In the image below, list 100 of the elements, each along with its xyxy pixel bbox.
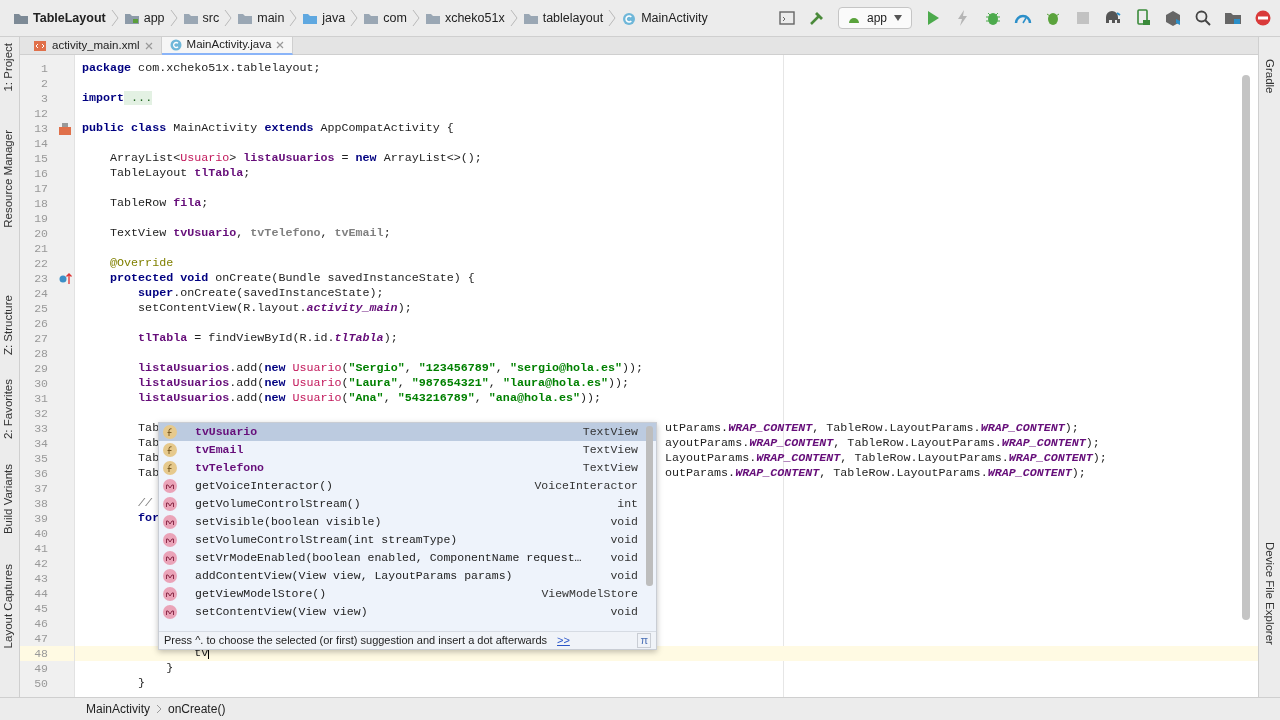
line-number: 48 [33, 645, 48, 662]
tool-window-tab[interactable]: Layout Captures [0, 559, 19, 653]
code-line: listaUsuarios.add(new Usuario("Laura", "987654321", "laura@hola.es")); [137, 376, 630, 390]
code-line: Tab [137, 451, 160, 465]
completion-item[interactable]: setVolumeControlStream(int streamType) void [159, 531, 656, 549]
line-number: 17 [33, 180, 48, 197]
chevron-icon [110, 9, 119, 27]
line-number: 32 [33, 405, 48, 422]
breadcrumb-item[interactable]: main [232, 8, 290, 28]
completion-item[interactable]: getVolumeControlStream() int [159, 495, 656, 513]
breadcrumb-item[interactable]: onCreate() [168, 700, 226, 718]
scrollbar[interactable] [646, 426, 653, 586]
tool-window-tab[interactable]: 2: Favorites [0, 375, 19, 444]
layout-file-icon [58, 122, 72, 135]
breadcrumb-item[interactable]: src [177, 8, 225, 28]
box-icon[interactable] [1164, 9, 1182, 27]
tool-window-tab[interactable]: Device File Explorer [1260, 537, 1279, 649]
line-number: 41 [33, 540, 48, 557]
method-icon [163, 497, 177, 511]
line-number: 12 [33, 105, 48, 122]
line-number: 38 [33, 495, 48, 512]
code-line: setContentView(R.layout.activity_main); [137, 301, 412, 315]
pi-button[interactable]: π [637, 633, 651, 648]
line-number: 26 [33, 315, 48, 332]
breadcrumb-item[interactable]: xcheko51x [419, 8, 510, 28]
breadcrumb-item[interactable]: MainActivity [616, 8, 713, 28]
line-number: 22 [33, 255, 48, 272]
chevron-icon [509, 9, 518, 27]
breadcrumb-item[interactable]: java [297, 8, 351, 28]
code-line: listaUsuarios.add(new Usuario("Ana", "543216789", "ana@hola.es")); [137, 391, 602, 405]
code-line: TableRow fila; [109, 196, 209, 210]
line-number: 18 [33, 195, 48, 212]
code-line: } [165, 661, 174, 675]
completion-item[interactable]: getViewModelStore() ViewModelStore [159, 585, 656, 603]
search-icon[interactable] [1194, 9, 1212, 27]
no-entry-icon[interactable] [1254, 9, 1272, 27]
breadcrumb-item[interactable]: tablelayout [517, 8, 609, 28]
code-line: listaUsuarios.add(new Usuario("Sergio", "123456789", "sergio@hola.es")); [137, 361, 644, 375]
code-line: Tab [137, 421, 160, 435]
line-number: 2 [40, 75, 48, 92]
more-link[interactable]: >> [557, 632, 570, 649]
line-number: 19 [33, 210, 48, 227]
line-number: 45 [33, 600, 48, 617]
device-icon[interactable] [1134, 9, 1152, 27]
line-number: 25 [33, 300, 48, 317]
method-icon [163, 569, 177, 583]
code-line: import ... [82, 91, 153, 105]
line-number: 28 [33, 345, 48, 362]
code-line: utParams.WRAP_CONTENT, TableRow.LayoutParams.WRAP_CONTENT); [665, 421, 1079, 436]
code-line: public class MainActivity extends AppCompatActivity { [82, 121, 454, 135]
code-line: LayoutParams.WRAP_CONTENT, TableRow.LayoutParams.WRAP_CONTENT); [665, 451, 1107, 466]
line-number: 23 [33, 270, 48, 287]
line-number: 1 [40, 60, 48, 77]
line-number: 29 [33, 360, 48, 377]
method-icon [163, 479, 177, 493]
line-number: 43 [33, 570, 48, 587]
line-number: 21 [33, 240, 48, 257]
tool-window-tab[interactable]: 1: Project [0, 39, 19, 96]
line-number: 24 [33, 285, 48, 302]
line-number: 39 [33, 510, 48, 527]
scrollbar[interactable] [1242, 75, 1250, 620]
completion-item[interactable]: tvEmail TextView [159, 441, 656, 459]
line-number: 15 [33, 150, 48, 167]
breadcrumb-item[interactable]: MainActivity [86, 700, 150, 718]
completion-item[interactable]: getVoiceInteractor() VoiceInteractor [159, 477, 656, 495]
line-number: 42 [33, 555, 48, 572]
breadcrumb-item[interactable]: app [118, 8, 170, 28]
code-line: Tab [137, 436, 160, 450]
field-icon [163, 443, 177, 457]
tool-window-tab[interactable]: Gradle [1260, 55, 1279, 98]
tool-window-tab[interactable]: Build Variants [0, 459, 19, 538]
window-icon[interactable] [777, 9, 796, 27]
line-number: 50 [33, 675, 48, 692]
code-line: Tab [137, 466, 160, 480]
line-number: 30 [33, 375, 48, 392]
code-line: @Override [109, 256, 174, 270]
completion-item[interactable]: setVisible(boolean visible) void [159, 513, 656, 531]
completion-item[interactable]: setVrModeEnabled(boolean enabled, ComponentName request… void [159, 549, 656, 567]
tool-window-tab[interactable]: Z: Structure [0, 291, 19, 360]
class-icon [169, 39, 182, 51]
tool-window-tab[interactable]: Resource Manager [0, 125, 19, 232]
method-icon [163, 533, 177, 547]
hint-text: Press ^. to choose the selected (or first) suggestion and insert a dot afterwards [164, 633, 548, 649]
class-icon [621, 10, 638, 26]
breadcrumb-item[interactable]: TableLayout [8, 8, 111, 28]
line-number: 36 [33, 465, 48, 482]
breadcrumb-item[interactable]: com [358, 8, 412, 28]
file-tab[interactable]: MainActivity.java [161, 37, 294, 55]
code-line: ArrayList<Usuario> listaUsuarios = new ArrayList<>(); [109, 151, 482, 165]
close-icon [276, 41, 285, 49]
code-line: TableLayout tlTabla; [109, 166, 251, 180]
line-number: 35 [33, 450, 48, 467]
completion-item[interactable]: addContentView(View view, LayoutParams params) void [159, 567, 656, 585]
completion-item[interactable]: setContentView(View view) void [159, 603, 656, 621]
code-line: package com.xcheko51x.tablelayout; [82, 61, 321, 75]
completion-item[interactable]: tvTelefono TextView [159, 459, 656, 477]
completion-item[interactable]: tvUsuario TextView [159, 423, 656, 441]
run-configuration-dropdown[interactable]: app [837, 7, 912, 29]
code-line: TextView tvUsuario, tvTelefono, tvEmail; [109, 226, 391, 240]
code-line: // [137, 496, 153, 510]
